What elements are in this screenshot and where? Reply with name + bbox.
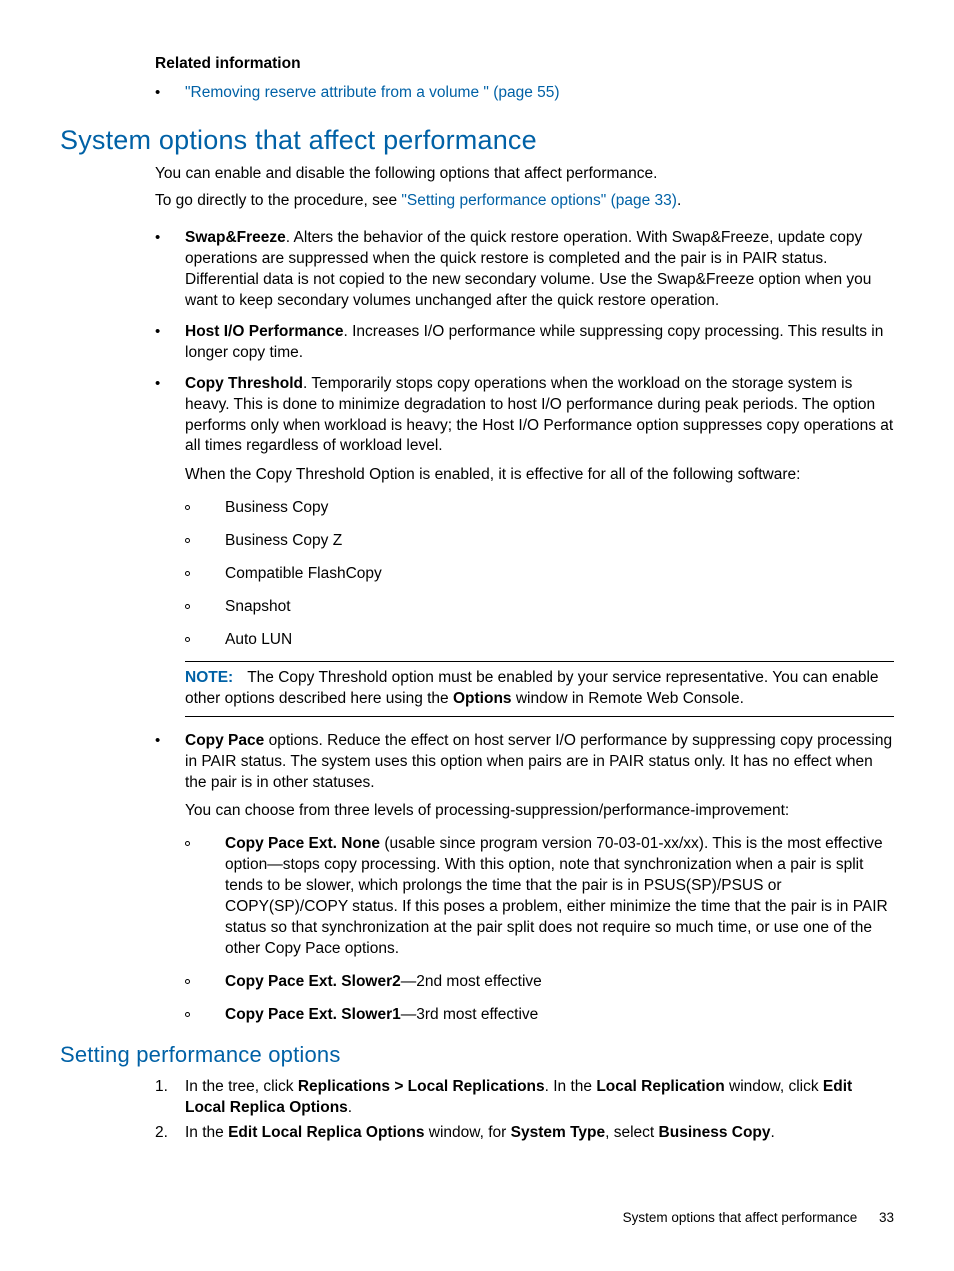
note-bold: Options <box>453 690 512 707</box>
intro-para-2: To go directly to the procedure, see "Se… <box>155 191 894 212</box>
step-text: . <box>771 1124 775 1141</box>
step-text: In the tree, click <box>185 1078 298 1095</box>
document-page: Related information "Removing reserve at… <box>0 0 954 1271</box>
software-item: Auto LUN <box>185 630 894 651</box>
heading-setting-performance: Setting performance options <box>60 1040 894 1070</box>
options-list-2: Copy Pace options. Reduce the effect on … <box>155 731 894 823</box>
step-bold: System Type <box>511 1124 605 1141</box>
step-1: 1. In the tree, click Replications > Loc… <box>155 1077 894 1119</box>
level-text: —3rd most effective <box>401 1006 539 1023</box>
step-bold: Business Copy <box>659 1124 771 1141</box>
step-bold: Local Replication <box>596 1078 724 1095</box>
step-text: . In the <box>545 1078 597 1095</box>
options-list: Swap&Freeze. Alters the behavior of the … <box>155 228 894 486</box>
option-text: options. Reduce the effect on host serve… <box>185 732 892 791</box>
intro-para-1: You can enable and disable the following… <box>155 164 894 185</box>
level-text: —2nd most effective <box>401 973 542 990</box>
level-text: (usable since program version 70-03-01-x… <box>225 835 888 957</box>
copy-pace-levels: Copy Pace Ext. None (usable since progra… <box>185 834 894 1025</box>
text: . <box>677 192 681 209</box>
text: To go directly to the procedure, see <box>155 192 401 209</box>
heading-system-options: System options that affect performance <box>60 122 894 158</box>
option-subpara: You can choose from three levels of proc… <box>185 801 894 822</box>
option-label: Copy Pace <box>185 732 264 749</box>
related-info-item: "Removing reserve attribute from a volum… <box>155 83 894 104</box>
related-info-heading: Related information <box>155 54 894 75</box>
level-slower2: Copy Pace Ext. Slower2—2nd most effectiv… <box>185 972 894 993</box>
software-item: Business Copy Z <box>185 531 894 552</box>
step-text: In the <box>185 1124 228 1141</box>
option-swap-freeze: Swap&Freeze. Alters the behavior of the … <box>155 228 894 312</box>
page-number: 33 <box>879 1210 894 1225</box>
option-label: Copy Threshold <box>185 375 303 392</box>
step-number: 2. <box>155 1123 168 1144</box>
level-label: Copy Pace Ext. Slower1 <box>225 1006 401 1023</box>
option-copy-pace: Copy Pace options. Reduce the effect on … <box>155 731 894 823</box>
level-none: Copy Pace Ext. None (usable since progra… <box>185 834 894 960</box>
option-text: . Alters the behavior of the quick resto… <box>185 229 871 309</box>
option-label: Swap&Freeze <box>185 229 286 246</box>
note-text: window in Remote Web Console. <box>512 690 744 707</box>
step-bold: Replications > Local Replications <box>298 1078 545 1095</box>
software-list: Business Copy Business Copy Z Compatible… <box>185 498 894 651</box>
option-host-io: Host I/O Performance. Increases I/O perf… <box>155 322 894 364</box>
level-label: Copy Pace Ext. Slower2 <box>225 973 401 990</box>
step-text: , select <box>605 1124 658 1141</box>
page-footer: System options that affect performance 3… <box>623 1209 894 1227</box>
procedure-steps: 1. In the tree, click Replications > Loc… <box>155 1077 894 1144</box>
footer-text: System options that affect performance <box>623 1210 858 1225</box>
option-label: Host I/O Performance <box>185 323 344 340</box>
related-info-list: "Removing reserve attribute from a volum… <box>155 83 894 104</box>
option-subpara: When the Copy Threshold Option is enable… <box>185 465 894 486</box>
step-text: . <box>348 1099 352 1116</box>
software-item: Compatible FlashCopy <box>185 564 894 585</box>
software-item: Snapshot <box>185 597 894 618</box>
link-removing-reserve[interactable]: "Removing reserve attribute from a volum… <box>185 84 560 101</box>
option-copy-threshold: Copy Threshold. Temporarily stops copy o… <box>155 374 894 487</box>
step-number: 1. <box>155 1077 168 1098</box>
step-2: 2. In the Edit Local Replica Options win… <box>155 1123 894 1144</box>
step-bold: Edit Local Replica Options <box>228 1124 424 1141</box>
step-text: window, for <box>424 1124 510 1141</box>
note-box: NOTE:The Copy Threshold option must be e… <box>185 661 894 717</box>
note-label: NOTE: <box>185 669 233 686</box>
step-text: window, click <box>725 1078 823 1095</box>
level-label: Copy Pace Ext. None <box>225 835 380 852</box>
link-setting-performance[interactable]: "Setting performance options" (page 33) <box>401 192 677 209</box>
level-slower1: Copy Pace Ext. Slower1—3rd most effectiv… <box>185 1005 894 1026</box>
software-item: Business Copy <box>185 498 894 519</box>
